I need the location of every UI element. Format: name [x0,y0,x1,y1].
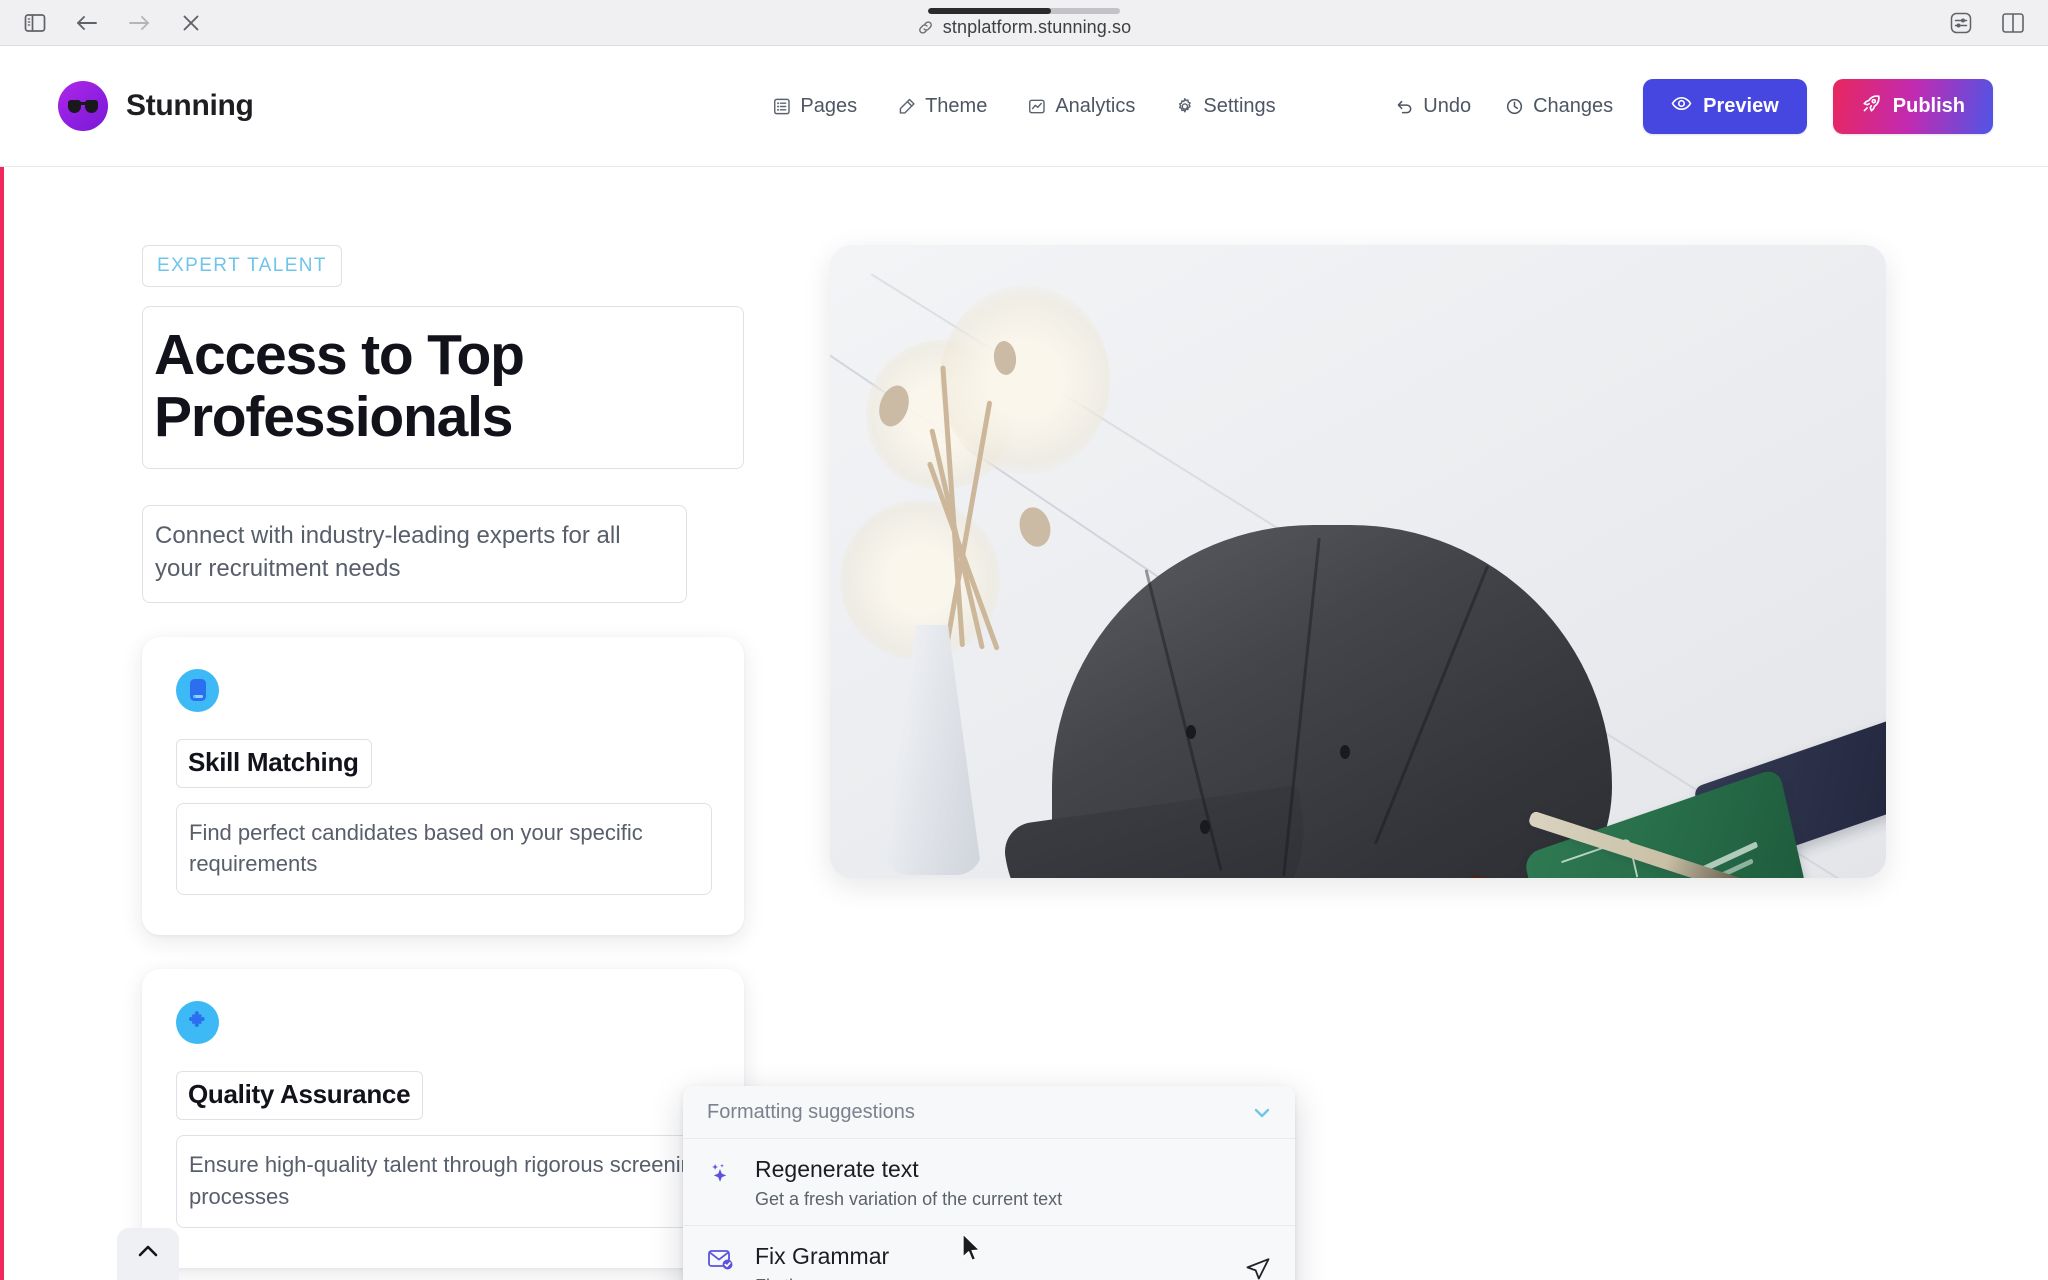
hero-title-editable[interactable]: Access to Top Professionals [142,306,744,470]
browser-right-controls [1948,10,2026,36]
feature-title-text: Quality Assurance [188,1079,411,1110]
back-arrow-icon[interactable] [74,10,100,36]
suggestion-fix-grammar[interactable]: Fix Grammar Fix the grammar [683,1225,1295,1280]
feature-card[interactable]: Skill Matching Find perfect candidates b… [142,636,744,936]
puzzle-piece-icon [176,1001,219,1045]
chevron-up-icon [135,1239,161,1270]
suggestions-header-label: Formatting suggestions [707,1101,915,1123]
page-load-progress-fill [928,7,1051,14]
nav-label-analytics: Analytics [1055,94,1136,117]
suggestion-description: Fix the grammar [755,1276,1225,1280]
suggestion-title: Fix Grammar [755,1242,890,1269]
undo-icon [1395,97,1414,116]
nav-label-settings: Settings [1203,94,1276,117]
preview-label: Preview [1703,94,1779,117]
chart-icon [1027,97,1046,116]
sparkles-icon [707,1155,737,1187]
suggestion-regenerate-text[interactable]: Regenerate text Get a fresh variation of… [683,1139,1295,1226]
formatting-suggestions-popover: Formatting suggestions Regenerate text G… [683,1086,1295,1280]
rocket-icon [1861,93,1882,120]
hero-left-column: EXPERT TALENT Access to Top Professional… [142,245,762,1268]
nav-label-pages: Pages [800,94,858,117]
selection-edge-indicator [0,167,4,1280]
pages-icon [772,97,791,116]
eye-icon [1671,93,1692,120]
paint-icon [897,97,916,116]
publish-button[interactable]: Publish [1832,78,1993,134]
feature-desc-editable[interactable]: Find perfect candidates based on your sp… [176,802,712,896]
url-text: stnplatform.stunning.so [942,16,1132,37]
page-load-progress [928,7,1120,14]
suggestions-header: Formatting suggestions [683,1086,1295,1139]
hero-title-text: Access to Top Professionals [154,323,525,449]
url-row: stnplatform.stunning.so [917,17,1131,38]
browser-nav-controls [22,10,204,36]
forward-arrow-icon[interactable] [126,10,152,36]
suggestion-title: Regenerate text [755,1156,919,1182]
brand[interactable]: Stunning [58,81,254,131]
send-icon[interactable] [1243,1254,1273,1280]
card-badge-icon [176,668,219,712]
history-clock-icon [1505,97,1524,116]
scroll-to-top-button[interactable] [117,1228,179,1280]
feature-title-editable[interactable]: Skill Matching [176,738,372,788]
envelope-check-icon [707,1242,737,1271]
stunning-logo-icon [58,81,108,131]
browser-toolbar: stnplatform.stunning.so [0,0,2048,46]
split-view-icon[interactable] [2000,10,2026,36]
changes-button[interactable]: Changes [1501,89,1617,124]
editor-canvas: EXPERT TALENT Access to Top Professional… [0,167,2048,1280]
changes-label: Changes [1533,94,1614,117]
link-icon [917,19,934,36]
hero-subtitle-text: Connect with industry-leading experts fo… [155,522,621,582]
publish-label: Publish [1892,94,1965,117]
feature-title-editable[interactable]: Quality Assurance [176,1071,424,1121]
undo-label: Undo [1423,94,1472,117]
feature-desc-editable[interactable]: Ensure high-quality talent through rigor… [176,1135,746,1228]
main-nav: Pages Theme Analytics Settings [772,94,1276,118]
address-bar: stnplatform.stunning.so [0,0,2048,45]
close-icon[interactable] [178,10,204,36]
hero-subtitle-editable[interactable]: Connect with industry-leading experts fo… [142,505,687,603]
chevron-down-icon[interactable] [1251,1102,1273,1124]
undo-button[interactable]: Undo [1391,89,1475,124]
nav-item-pages[interactable]: Pages [772,95,857,118]
feature-card[interactable]: Quality Assurance Ensure high-quality ta… [142,969,746,1268]
sunglasses-glyph [68,99,98,113]
nav-item-settings[interactable]: Settings [1175,94,1276,118]
tune-settings-icon[interactable] [1948,10,1974,36]
nav-item-analytics[interactable]: Analytics [1027,95,1135,118]
nav-label-theme: Theme [925,94,988,117]
preview-button[interactable]: Preview [1643,78,1807,134]
feature-title-text: Skill Matching [188,746,359,777]
app-header: Stunning Pages Theme Analytics Settings … [0,46,2048,167]
suggestion-description: Get a fresh variation of the current tex… [755,1188,1063,1209]
gear-icon [1175,97,1194,116]
header-actions: Undo Changes Preview Publish [1391,78,1993,134]
brand-name: Stunning [126,89,254,122]
feature-desc-text: Find perfect candidates based on your sp… [189,819,643,877]
hero-eyebrow[interactable]: EXPERT TALENT [142,245,342,287]
nav-item-theme[interactable]: Theme [897,95,987,118]
hero-image[interactable] [830,245,1886,878]
sidebar-toggle-icon[interactable] [22,10,48,36]
feature-desc-text: Ensure high-quality talent through rigor… [189,1152,706,1209]
